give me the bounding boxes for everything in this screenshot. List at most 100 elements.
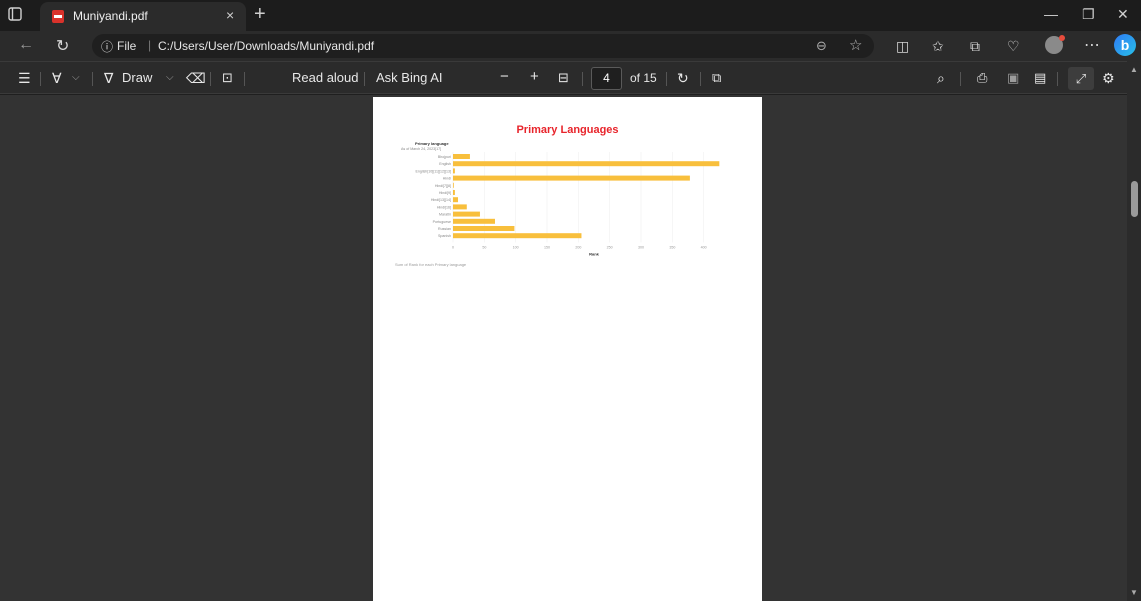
divider: [364, 72, 365, 86]
tab-close-button[interactable]: ×: [226, 7, 234, 23]
category-label: Hindi[13][14]: [431, 198, 451, 202]
favorite-star-icon[interactable]: ☆: [849, 36, 862, 54]
divider: [700, 72, 701, 86]
chevron-down-icon[interactable]: ⌵: [166, 72, 174, 83]
category-label: English[10][11][12][13]: [416, 169, 452, 173]
pdf-icon: [52, 10, 64, 23]
divider: [92, 72, 93, 86]
tab-strip: Muniyandi.pdf × + — ❐ ✕: [0, 0, 1141, 31]
close-window-button[interactable]: ✕: [1117, 6, 1129, 23]
fit-width-icon[interactable]: ⊟: [558, 70, 569, 86]
x-tick-label: 400: [701, 245, 707, 249]
fullscreen-icon[interactable]: ⤢: [1068, 67, 1094, 90]
x-tick-label: 100: [513, 245, 519, 249]
scroll-up-icon[interactable]: ▲: [1130, 65, 1138, 74]
pdf-viewer-area[interactable]: Primary Languages Primary language As of …: [0, 95, 1141, 601]
scroll-down-icon[interactable]: ▼: [1130, 588, 1138, 597]
x-tick-label: 50: [482, 245, 486, 249]
divider: [210, 72, 211, 86]
collections-icon[interactable]: ⧉: [970, 38, 980, 55]
zoom-out-button[interactable]: −: [500, 68, 509, 85]
category-label: Marathi: [439, 213, 451, 217]
contents-icon[interactable]: ☰: [18, 70, 31, 87]
bar: [453, 218, 495, 224]
print-icon[interactable]: ⎙: [977, 70, 987, 86]
browser-essentials-icon[interactable]: ♡: [1007, 38, 1020, 55]
divider: [666, 72, 667, 86]
x-tick-label: 150: [544, 245, 550, 249]
draw-icon[interactable]: ∇: [104, 70, 113, 87]
info-icon[interactable]: ⓘ: [101, 38, 113, 55]
profile-avatar[interactable]: [1045, 35, 1065, 54]
x-tick-label: 0: [452, 245, 454, 249]
bar: [453, 168, 455, 174]
text-box-icon[interactable]: ⊡: [222, 70, 233, 86]
category-label: English: [439, 162, 451, 166]
y-axis-title: Primary language: [415, 141, 449, 146]
category-label: Hindi: [443, 177, 451, 181]
restore-button[interactable]: ❐: [1082, 6, 1095, 23]
favorites-icon[interactable]: ✩: [932, 38, 944, 55]
settings-gear-icon[interactable]: ⚙: [1102, 70, 1115, 87]
tab-muniyandi-pdf[interactable]: Muniyandi.pdf ×: [40, 2, 246, 31]
x-tick-label: 200: [575, 245, 581, 249]
bar: [453, 204, 467, 210]
bar: [453, 182, 454, 188]
category-label: Hindi[16]: [437, 205, 451, 209]
pdf-toolbar: ☰ ∀ ⌵ ∇ Draw ⌵ ⌫ ⊡ Read aloud Ask Bing A…: [0, 61, 1141, 94]
bar: [453, 190, 455, 195]
save-icon[interactable]: ▣: [1007, 70, 1019, 86]
divider: [1057, 72, 1058, 86]
x-axis-title: Rank: [589, 251, 600, 256]
search-icon[interactable]: ⌕: [937, 70, 945, 87]
erase-icon[interactable]: ⌫: [186, 70, 206, 87]
bar: [453, 233, 582, 239]
new-tab-button[interactable]: +: [254, 3, 266, 26]
vertical-scrollbar[interactable]: ▲ ▼: [1127, 61, 1141, 601]
bar: [453, 154, 470, 159]
address-toolbar: ← ↻ ⓘ File | C:/Users/User/Downloads/Mun…: [0, 31, 1141, 61]
category-label: Russian: [438, 227, 451, 231]
refresh-icon[interactable]: ↻: [56, 36, 69, 56]
scroll-thumb[interactable]: [1131, 181, 1138, 217]
bing-copilot-icon[interactable]: b: [1114, 34, 1136, 56]
back-icon[interactable]: ←: [18, 36, 34, 54]
x-tick-label: 250: [607, 245, 613, 249]
url-text[interactable]: C:/Users/User/Downloads/Muniyandi.pdf: [158, 39, 374, 53]
y-axis-subtitle: As of March 24, 2023[17]: [401, 147, 441, 151]
page-number-input[interactable]: 4: [591, 67, 622, 90]
zoom-in-button[interactable]: +: [530, 68, 539, 85]
address-bar[interactable]: ⓘ File | C:/Users/User/Downloads/Muniyan…: [92, 34, 874, 58]
tab-actions-icon[interactable]: [8, 7, 24, 23]
ask-bing-button[interactable]: Ask Bing AI: [376, 70, 442, 85]
divider: [244, 72, 245, 86]
pdf-page: Primary Languages Primary language As of …: [373, 97, 762, 601]
bar: [453, 161, 720, 167]
more-options-icon[interactable]: ⋯: [1084, 35, 1100, 55]
address-separator: |: [148, 38, 152, 52]
page-view-icon[interactable]: ⧉: [712, 70, 721, 86]
chart-caption: Sum of Rank for each Primary language: [395, 262, 467, 267]
category-label: Portuguese: [433, 220, 451, 224]
bar: [453, 226, 515, 231]
category-label: Bhojpuri: [438, 155, 451, 159]
read-aloud-button[interactable]: Read aloud: [292, 70, 359, 85]
draw-button[interactable]: Draw: [122, 70, 152, 85]
zoom-icon[interactable]: ⊖: [816, 38, 827, 54]
bar: [453, 211, 480, 217]
bar: [453, 175, 690, 181]
highlight-icon[interactable]: ∀: [52, 70, 62, 87]
save-as-icon[interactable]: ▤: [1034, 70, 1046, 86]
divider: [582, 72, 583, 86]
tab-title: Muniyandi.pdf: [73, 9, 148, 23]
x-tick-label: 300: [638, 245, 644, 249]
category-label: Spanish: [438, 234, 451, 238]
chevron-down-icon[interactable]: ⌵: [72, 72, 80, 83]
page-total-label: of 15: [630, 71, 657, 85]
category-label: Hindi[7][8]: [435, 184, 451, 188]
divider: [960, 72, 961, 86]
rotate-icon[interactable]: ↻: [677, 70, 689, 87]
minimize-button[interactable]: —: [1044, 6, 1058, 22]
reading-view-icon[interactable]: ◫: [896, 38, 909, 55]
bar: [453, 197, 459, 203]
